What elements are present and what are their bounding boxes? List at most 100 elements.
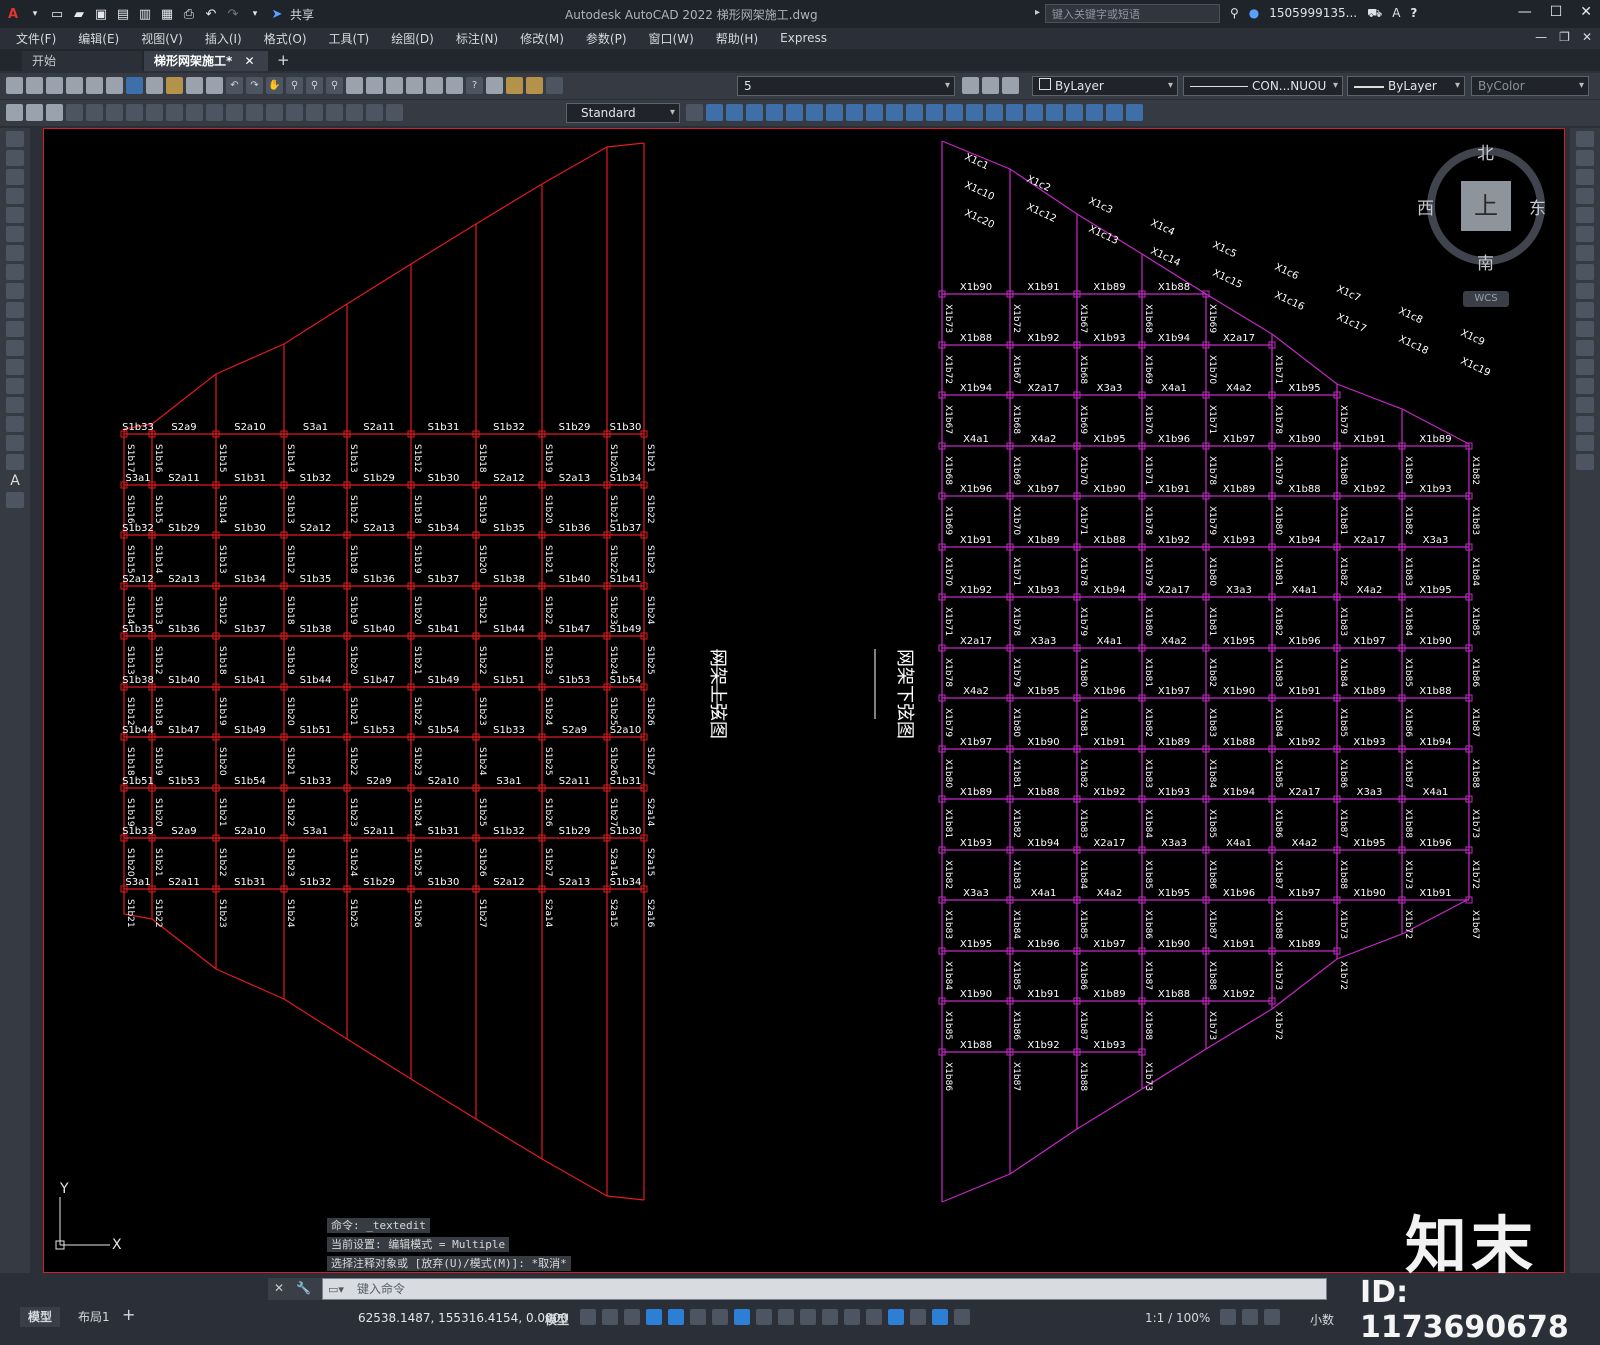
- add-layout-icon[interactable]: +: [122, 1305, 135, 1324]
- open-icon[interactable]: ▰: [70, 5, 88, 23]
- cut-icon[interactable]: [126, 77, 143, 94]
- annotation-scale-icon[interactable]: [954, 1309, 970, 1325]
- revcloud-icon[interactable]: [6, 264, 24, 280]
- dim-arc-icon[interactable]: [46, 104, 63, 121]
- subtract-icon[interactable]: [886, 104, 903, 121]
- section-plane-icon[interactable]: [1006, 104, 1023, 121]
- save-file-icon[interactable]: [46, 77, 63, 94]
- gizmo-icon[interactable]: [888, 1309, 904, 1325]
- move-icon[interactable]: [1576, 226, 1594, 242]
- selection-cycling-icon[interactable]: [800, 1309, 816, 1325]
- maximize-icon[interactable]: ☐: [1550, 4, 1563, 20]
- shell-icon[interactable]: [966, 104, 983, 121]
- ucs-icon[interactable]: [1046, 104, 1063, 121]
- break-point-icon[interactable]: [1576, 340, 1594, 356]
- cylinder-icon[interactable]: [726, 104, 743, 121]
- lineweight-icon[interactable]: [756, 1309, 772, 1325]
- toolbar-undo-icon[interactable]: ↶: [226, 77, 243, 94]
- snap-icon[interactable]: [602, 1309, 618, 1325]
- spline-icon[interactable]: [6, 283, 24, 299]
- menu-help[interactable]: 帮助(H): [716, 30, 758, 47]
- search-icon[interactable]: ⚲: [1230, 6, 1239, 22]
- menu-format[interactable]: 格式(O): [264, 30, 307, 47]
- chamfer-icon[interactable]: [1576, 397, 1594, 413]
- autodesk-a360-icon[interactable]: A: [1392, 6, 1400, 22]
- presspull-icon[interactable]: [986, 104, 1003, 121]
- layer-on-icon[interactable]: [506, 77, 523, 94]
- loft-icon[interactable]: [846, 104, 863, 121]
- slice-icon[interactable]: [926, 104, 943, 121]
- autoscale-icon[interactable]: [932, 1309, 948, 1325]
- annotation-scale[interactable]: 1:1 / 100%: [1145, 1311, 1210, 1325]
- plot-icon[interactable]: ⎙: [180, 5, 198, 23]
- rotate-icon[interactable]: [1576, 245, 1594, 261]
- minimize-icon[interactable]: —: [1518, 4, 1532, 20]
- undo-icon[interactable]: ↶: [202, 5, 220, 23]
- revolve-icon[interactable]: [806, 104, 823, 121]
- circle-icon[interactable]: [6, 245, 24, 261]
- ucs-world-icon[interactable]: [1066, 104, 1083, 121]
- dim-quick-icon[interactable]: [166, 104, 183, 121]
- zoom-previous-icon[interactable]: ⚲: [326, 77, 343, 94]
- viewcube[interactable]: 北 南 东 西 上 WCS: [1417, 144, 1546, 307]
- ucs-object-icon[interactable]: [1106, 104, 1123, 121]
- design-center-icon[interactable]: [366, 77, 383, 94]
- preview-icon[interactable]: [86, 77, 103, 94]
- grid-icon[interactable]: [580, 1309, 596, 1325]
- tab-start[interactable]: 开始: [22, 51, 142, 71]
- menu-modify[interactable]: 修改(M): [520, 30, 564, 47]
- insert-block-icon[interactable]: [6, 340, 24, 356]
- extrude-icon[interactable]: [786, 104, 803, 121]
- ellipse-arc-icon[interactable]: [6, 321, 24, 337]
- help-search-input[interactable]: 键入关键字或短语: [1045, 4, 1220, 23]
- dim-textedit-icon[interactable]: [366, 104, 383, 121]
- model-space-toggle[interactable]: 模型: [545, 1311, 569, 1328]
- matchprop-icon[interactable]: [186, 77, 203, 94]
- new-icon[interactable]: ▭: [48, 5, 66, 23]
- doc-restore-icon[interactable]: ❐: [1559, 30, 1570, 44]
- dim-space-icon[interactable]: [226, 104, 243, 121]
- copy-icon[interactable]: [146, 77, 163, 94]
- menu-draw[interactable]: 绘图(D): [391, 30, 434, 47]
- union-icon[interactable]: [866, 104, 883, 121]
- make-block-icon[interactable]: [6, 359, 24, 375]
- dim-continue-icon[interactable]: [206, 104, 223, 121]
- blend-icon[interactable]: [1576, 435, 1594, 451]
- block-editor-icon[interactable]: [206, 77, 223, 94]
- export-icon[interactable]: ▦: [158, 5, 176, 23]
- new-tab-icon[interactable]: +: [277, 51, 290, 69]
- menu-window[interactable]: 窗口(W): [649, 30, 694, 47]
- pan-icon[interactable]: ✋: [266, 77, 283, 94]
- publish-icon[interactable]: ▥: [136, 5, 154, 23]
- dim-edit-icon[interactable]: [346, 104, 363, 121]
- share-icon[interactable]: ➤: [268, 5, 286, 23]
- sphere-icon[interactable]: [766, 104, 783, 121]
- scale-icon[interactable]: [1576, 264, 1594, 280]
- calculator-icon[interactable]: [446, 77, 463, 94]
- saveas-icon[interactable]: ▤: [114, 5, 132, 23]
- drawing-canvas[interactable]: S1b33 S2a9 S2a10 S3a1 S2a11 S1b31 S1b32 S1b29 S1…: [43, 128, 1565, 1273]
- dim-angular-icon[interactable]: [146, 104, 163, 121]
- mirror-icon[interactable]: [1576, 169, 1594, 185]
- polar-icon[interactable]: [668, 1309, 684, 1325]
- menu-dimension[interactable]: 标注(N): [456, 30, 498, 47]
- user-icon[interactable]: ●: [1249, 6, 1259, 22]
- cone-icon[interactable]: [746, 104, 763, 121]
- jogged-linear-icon[interactable]: [326, 104, 343, 121]
- explode-icon[interactable]: [1576, 454, 1594, 470]
- dim-update-icon[interactable]: [386, 104, 403, 121]
- dim-baseline-icon[interactable]: [186, 104, 203, 121]
- transparency-icon[interactable]: [778, 1309, 794, 1325]
- make-current-icon[interactable]: [962, 77, 979, 94]
- doc-close-icon[interactable]: ✕: [1582, 30, 1592, 44]
- ortho-icon[interactable]: [646, 1309, 662, 1325]
- command-close-icon[interactable]: ✕: [274, 1281, 284, 1295]
- menu-express[interactable]: Express: [780, 31, 827, 45]
- dim-diameter-icon[interactable]: [126, 104, 143, 121]
- app-menu-chevron-icon[interactable]: ▾: [26, 5, 44, 23]
- print-icon[interactable]: [66, 77, 83, 94]
- menu-parametric[interactable]: 参数(P): [586, 30, 627, 47]
- osnap-icon[interactable]: [734, 1309, 750, 1325]
- annotation-visibility-icon[interactable]: [910, 1309, 926, 1325]
- flatshot-icon[interactable]: [1026, 104, 1043, 121]
